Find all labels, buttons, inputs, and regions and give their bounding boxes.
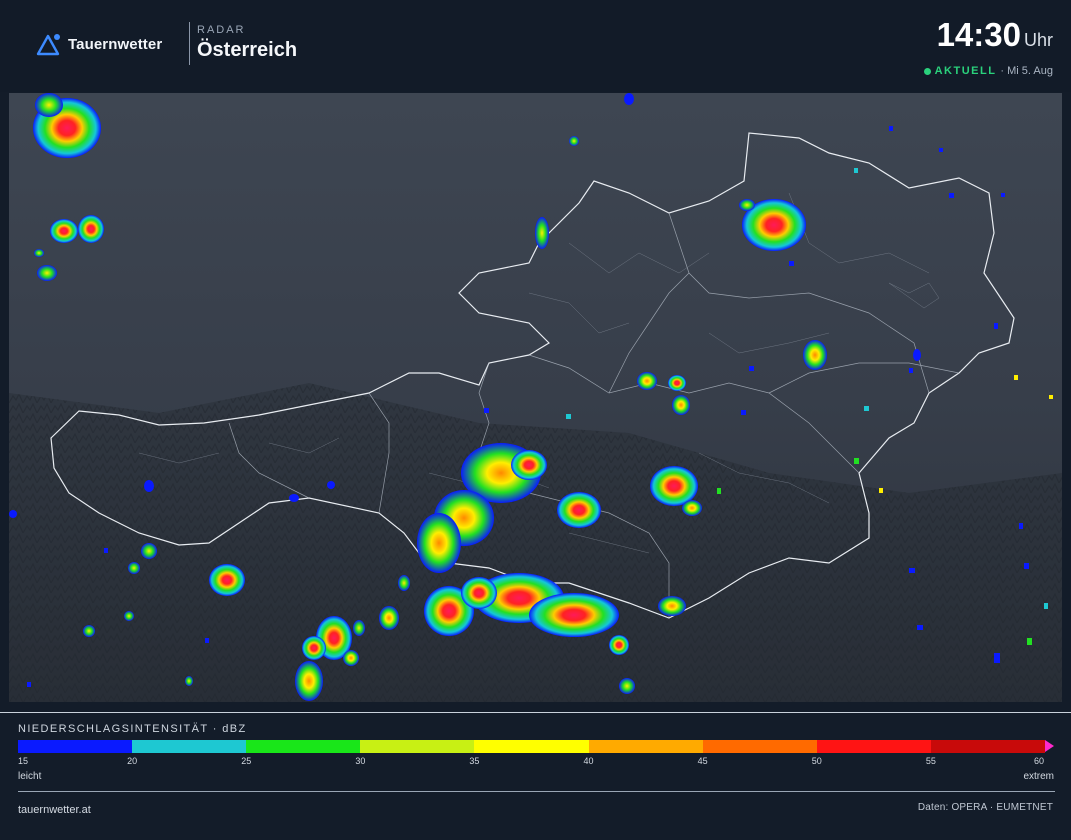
radar-map-canvas (9, 93, 1062, 702)
tick-label: 50 (811, 756, 822, 766)
status-date: · Mi 5. Aug (1000, 65, 1053, 77)
dbz-tick-labels: 15 20 25 30 35 40 45 50 55 60 (18, 756, 1054, 768)
clock-unit: Uhr (1023, 30, 1053, 50)
tick-label: 60 (1033, 756, 1044, 766)
legend-high-label: extrem (1023, 771, 1054, 782)
legend-top-rule (0, 712, 1071, 713)
tick-label: 40 (583, 756, 594, 766)
scale-segment (816, 740, 931, 753)
legend-low-label: leicht (18, 771, 42, 782)
scale-segment (588, 740, 703, 753)
region-block: RADAR Österreich (197, 24, 297, 62)
legend-title: NIEDERSCHLAGSINTENSITÄT · dBZ (18, 723, 247, 735)
scale-segment (930, 740, 1045, 753)
scale-segment (246, 740, 361, 753)
data-credits: Daten: OPERA · EUMETNET (917, 802, 1053, 813)
tick-label: 30 (355, 756, 366, 766)
clock-time: 14:30 (936, 16, 1021, 53)
region-title: Österreich (197, 39, 298, 61)
tick-label: 20 (127, 756, 138, 766)
scale-segment (702, 740, 817, 753)
scale-segment (360, 740, 475, 753)
tick-label: 55 (925, 756, 936, 766)
radar-map[interactable] (9, 93, 1062, 702)
tick-label: 25 (241, 756, 252, 766)
scale-segment (18, 740, 133, 753)
scale-segment (474, 740, 589, 753)
live-dot-icon (923, 67, 931, 75)
radar-kicker: RADAR (197, 24, 246, 36)
brand-logo[interactable]: Tauernwetter (36, 32, 162, 56)
header-divider (189, 22, 190, 65)
site-link[interactable]: tauernwetter.at (18, 804, 91, 816)
tick-label: 45 (697, 756, 708, 766)
tick-label: 35 (469, 756, 480, 766)
status-live-label: AKTUELL (934, 65, 997, 77)
app-header: Tauernwetter RADAR Österreich 14:30 Uhr A… (0, 0, 1071, 92)
dbz-color-scale (18, 740, 1054, 753)
mountain-logo-icon (36, 34, 60, 56)
footer-rule (18, 791, 1055, 792)
brand-name: Tauernwetter (68, 35, 163, 53)
scale-end-arrow-icon (1044, 740, 1054, 752)
tick-label: 15 (18, 756, 29, 766)
status-line: AKTUELL · Mi 5. Aug (923, 65, 1053, 77)
scale-segment (132, 740, 247, 753)
clock: 14:30 Uhr (937, 16, 1053, 54)
